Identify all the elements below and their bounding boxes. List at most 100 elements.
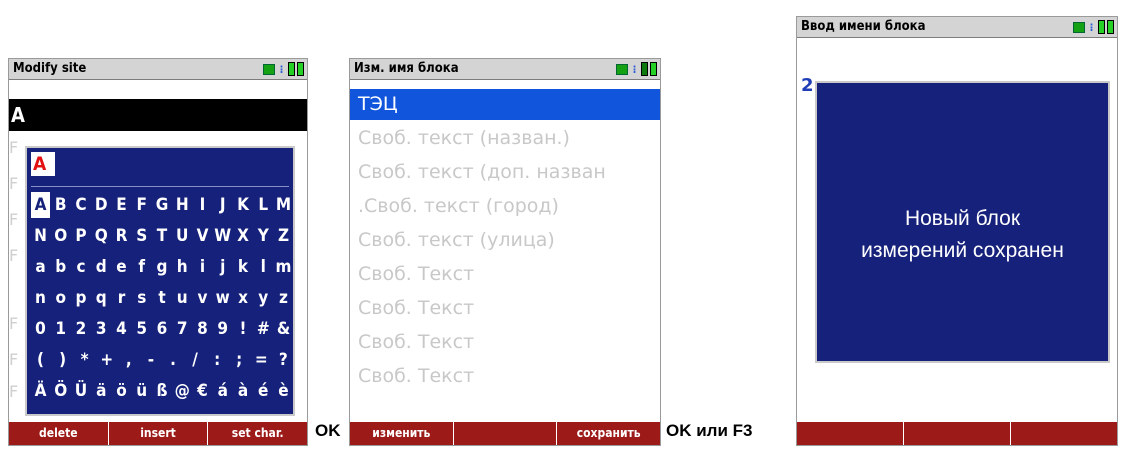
keyboard-key[interactable]: 7 — [173, 316, 192, 342]
keyboard-key[interactable]: L — [254, 192, 273, 218]
keyboard-key[interactable]: € — [193, 378, 212, 404]
keyboard-key[interactable]: 2 — [72, 316, 91, 342]
keyboard-key[interactable]: j — [213, 254, 232, 280]
keyboard-key[interactable]: g — [153, 254, 172, 280]
keyboard-key[interactable]: d — [92, 254, 111, 280]
insert-button[interactable]: insert — [109, 422, 209, 445]
set-char-button[interactable]: set char. — [208, 422, 307, 445]
block-name-list-item[interactable]: Своб. текст (улица) — [350, 225, 660, 256]
keyboard-key[interactable]: n — [31, 285, 50, 311]
keyboard-key[interactable]: á — [213, 378, 232, 404]
keyboard-key[interactable]: è — [274, 378, 293, 404]
keyboard-key[interactable]: N — [31, 223, 50, 249]
keyboard-key[interactable]: s — [132, 285, 151, 311]
keyboard-key[interactable]: K — [234, 192, 253, 218]
keyboard-key[interactable]: J — [213, 192, 232, 218]
block-name-list-item[interactable]: Своб. Текст — [350, 327, 660, 358]
keyboard-key[interactable]: Z — [274, 223, 293, 249]
keyboard-key[interactable]: S — [132, 223, 151, 249]
empty-softkey[interactable] — [797, 422, 904, 445]
keyboard-key[interactable]: 8 — [193, 316, 212, 342]
keyboard-key[interactable]: & — [274, 316, 293, 342]
keyboard-key[interactable]: o — [51, 285, 70, 311]
block-name-list-item[interactable]: Своб. Текст — [350, 259, 660, 290]
empty-softkey[interactable] — [454, 422, 558, 445]
keyboard-key[interactable]: ! — [234, 316, 253, 342]
keyboard-key[interactable]: - — [141, 347, 160, 373]
block-name-list-item[interactable]: Своб. Текст — [350, 361, 660, 392]
keyboard-key[interactable]: ; — [230, 347, 249, 373]
keyboard-key[interactable]: v — [193, 285, 212, 311]
keyboard-key[interactable]: G — [153, 192, 172, 218]
save-button[interactable]: сохранить — [557, 422, 660, 445]
keyboard-key[interactable]: R — [112, 223, 131, 249]
keyboard-key[interactable]: P — [72, 223, 91, 249]
keyboard-key[interactable]: é — [254, 378, 273, 404]
keyboard-key[interactable]: 5 — [132, 316, 151, 342]
keyboard-key[interactable]: B — [51, 192, 70, 218]
entry-field[interactable]: A — [9, 99, 307, 131]
keyboard-key[interactable]: C — [72, 192, 91, 218]
keyboard-key[interactable]: 9 — [213, 316, 232, 342]
keyboard-key[interactable]: F — [132, 192, 151, 218]
keyboard-key[interactable]: t — [153, 285, 172, 311]
keyboard-key[interactable]: p — [72, 285, 91, 311]
delete-button[interactable]: delete — [9, 422, 109, 445]
keyboard-key[interactable]: q — [92, 285, 111, 311]
keyboard-key[interactable]: U — [173, 223, 192, 249]
keyboard-key[interactable]: A — [31, 192, 50, 218]
block-name-list-item[interactable]: Своб. текст (доп. назван — [350, 157, 660, 188]
keyboard-key[interactable]: à — [234, 378, 253, 404]
keyboard-key[interactable]: z — [274, 285, 293, 311]
keyboard-key[interactable]: ( — [31, 347, 50, 373]
keyboard-key[interactable]: ) — [53, 347, 72, 373]
block-name-list-item[interactable]: Своб. текст (назван.) — [350, 123, 660, 154]
empty-softkey[interactable] — [1011, 422, 1117, 445]
keyboard-key[interactable]: I — [193, 192, 212, 218]
keyboard-key[interactable]: x — [234, 285, 253, 311]
keyboard-key[interactable]: @ — [173, 378, 192, 404]
keyboard-key[interactable]: T — [153, 223, 172, 249]
keyboard-key[interactable]: ä — [92, 378, 111, 404]
keyboard-key[interactable]: Ö — [51, 378, 70, 404]
empty-softkey[interactable] — [904, 422, 1011, 445]
keyboard-key[interactable]: k — [234, 254, 253, 280]
keyboard-key[interactable]: c — [72, 254, 91, 280]
keyboard-key[interactable]: , — [119, 347, 138, 373]
keyboard-key[interactable]: 3 — [92, 316, 111, 342]
keyboard-key[interactable]: i — [193, 254, 212, 280]
block-name-list-item[interactable]: .Своб. текст (город) — [350, 191, 660, 222]
keyboard-key[interactable]: ü — [132, 378, 151, 404]
keyboard-key[interactable]: D — [92, 192, 111, 218]
keyboard-key[interactable]: M — [274, 192, 293, 218]
keyboard-key[interactable]: l — [254, 254, 273, 280]
keyboard-key[interactable]: V — [193, 223, 212, 249]
keyboard-key[interactable]: Ü — [72, 378, 91, 404]
keyboard-key[interactable]: X — [234, 223, 253, 249]
keyboard-key[interactable]: f — [132, 254, 151, 280]
keyboard-key[interactable]: a — [31, 254, 50, 280]
keyboard-key[interactable]: W — [213, 223, 232, 249]
keyboard-key[interactable]: h — [173, 254, 192, 280]
keyboard-key[interactable]: e — [112, 254, 131, 280]
keyboard-key[interactable]: 1 — [51, 316, 70, 342]
keyboard-key[interactable]: 4 — [112, 316, 131, 342]
keyboard-key[interactable]: O — [51, 223, 70, 249]
keyboard-key[interactable]: ? — [274, 347, 293, 373]
keyboard-key[interactable]: y — [254, 285, 273, 311]
keyboard-key[interactable]: 6 — [153, 316, 172, 342]
block-name-list-item[interactable]: ТЭЦ — [350, 89, 660, 120]
keyboard-key[interactable]: = — [252, 347, 271, 373]
keyboard-key[interactable]: / — [186, 347, 205, 373]
keyboard-key[interactable]: Y — [254, 223, 273, 249]
keyboard-key[interactable]: r — [112, 285, 131, 311]
keyboard-key[interactable]: : — [208, 347, 227, 373]
keyboard-key[interactable]: H — [173, 192, 192, 218]
keyboard-key[interactable]: m — [274, 254, 293, 280]
keyboard-key[interactable]: ß — [153, 378, 172, 404]
keyboard-key[interactable]: 0 — [31, 316, 50, 342]
keyboard-key[interactable]: w — [213, 285, 232, 311]
keyboard-key[interactable]: * — [75, 347, 94, 373]
block-name-list-item[interactable]: Своб. Текст — [350, 293, 660, 324]
keyboard-key[interactable]: ö — [112, 378, 131, 404]
